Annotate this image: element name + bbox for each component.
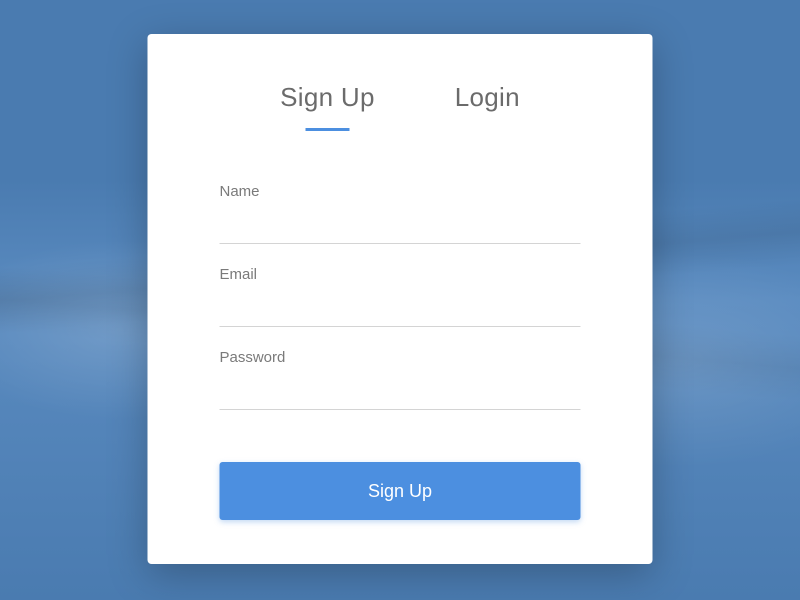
name-field-group: Name [220,183,581,244]
password-field-group: Password [220,349,581,410]
password-input[interactable] [220,374,581,410]
auth-tabs: Sign Up Login [220,82,581,131]
tab-login[interactable]: Login [455,82,520,131]
name-input[interactable] [220,208,581,244]
email-input[interactable] [220,291,581,327]
name-label: Name [220,183,581,200]
signup-button[interactable]: Sign Up [220,462,581,520]
tab-signup[interactable]: Sign Up [280,82,375,131]
email-field-group: Email [220,266,581,327]
email-label: Email [220,266,581,283]
password-label: Password [220,349,581,366]
signup-card: Sign Up Login Name Email Password Sign U… [148,34,653,564]
